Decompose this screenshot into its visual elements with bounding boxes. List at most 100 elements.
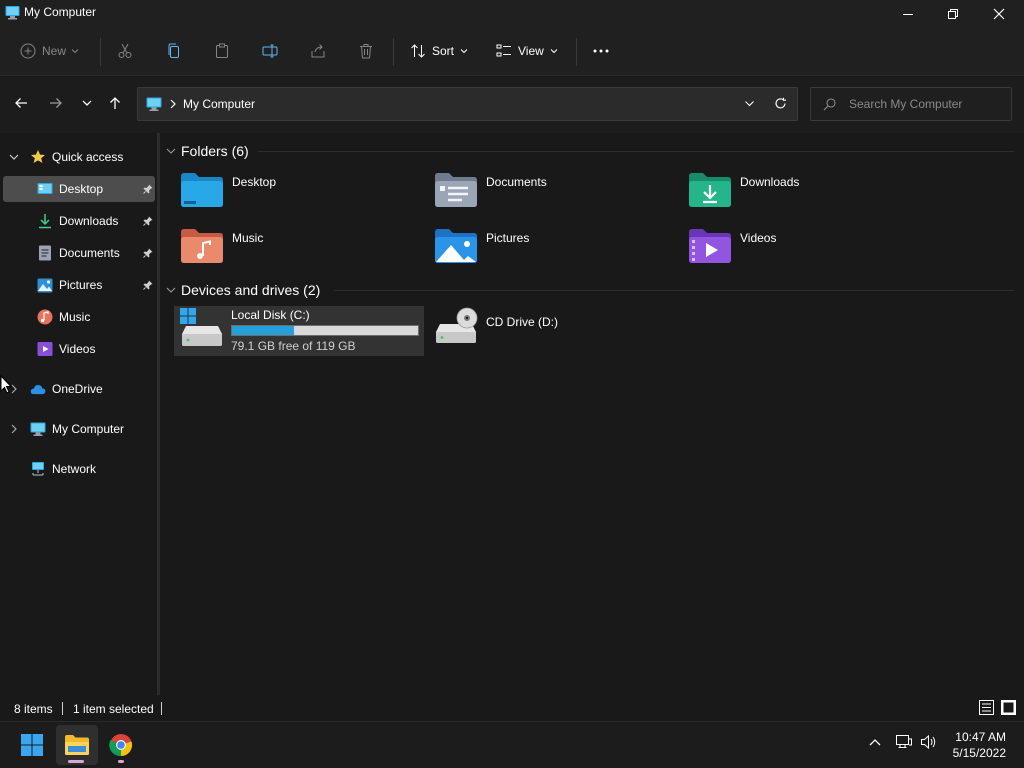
sidebar-item-onedrive[interactable]: OneDrive [8, 376, 156, 402]
sidebar-item-my-computer[interactable]: My Computer [8, 416, 156, 442]
back-button[interactable] [10, 92, 32, 114]
search-box[interactable] [810, 87, 1012, 121]
new-label: New [42, 44, 67, 58]
drive-usage-bar [231, 325, 419, 336]
sidebar-item-documents[interactable]: Documents [3, 240, 155, 266]
navigation-pane-scrollbar[interactable] [157, 133, 160, 695]
restore-button[interactable] [930, 0, 976, 28]
cd-drive-icon [434, 306, 478, 346]
view-list-icon [496, 44, 511, 57]
window-title: My Computer [24, 5, 97, 19]
close-icon [993, 8, 1005, 20]
folders-group-header[interactable]: Folders (6) [165, 141, 249, 161]
documents-folder-icon [434, 170, 478, 210]
computer-icon [30, 421, 46, 437]
sidebar-item-label: Network [52, 462, 97, 476]
sidebar-item-pictures[interactable]: Pictures [3, 272, 155, 298]
group-title: Folders (6) [181, 143, 249, 159]
sort-button[interactable]: Sort [410, 38, 469, 64]
start-button[interactable] [11, 725, 53, 765]
arrow-left-icon [15, 98, 27, 108]
folder-tile-documents[interactable]: Documents [434, 170, 674, 216]
rename-icon [262, 44, 278, 58]
sidebar-item-network[interactable]: Network [8, 456, 156, 482]
folder-tile-pictures[interactable]: Pictures [434, 226, 674, 272]
status-bar: 8 items 1 item selected [0, 695, 1024, 721]
pictures-folder-icon [434, 226, 478, 266]
folder-tile-desktop[interactable]: Desktop [180, 170, 420, 216]
up-button[interactable] [104, 92, 126, 114]
close-button[interactable] [976, 0, 1022, 28]
pin-icon[interactable] [143, 248, 153, 258]
rename-button[interactable] [262, 38, 278, 64]
sidebar-item-music[interactable]: Music [3, 304, 155, 330]
chevron-down-icon [550, 49, 558, 54]
pin-icon[interactable] [143, 184, 153, 194]
desktop-icon [37, 181, 53, 197]
address-path: My Computer [183, 97, 256, 111]
large-icons-view-button[interactable] [1001, 700, 1016, 715]
share-button[interactable] [310, 38, 326, 64]
hard-drive-icon [179, 308, 225, 348]
chevron-right-icon [169, 99, 177, 109]
drive-tile-cd-drive-d[interactable]: CD Drive (D:) [434, 306, 674, 352]
taskbar: 10:47 AM 5/15/2022 [0, 721, 1024, 768]
new-button[interactable]: New [20, 38, 80, 64]
search-input[interactable] [849, 96, 1004, 112]
document-icon [37, 245, 53, 261]
sidebar-item-desktop[interactable]: Desktop [3, 176, 155, 202]
address-bar[interactable]: My Computer [137, 87, 798, 121]
devices-group-header[interactable]: Devices and drives (2) [165, 280, 320, 300]
sidebar-item-quick-access[interactable]: Quick access [8, 144, 156, 170]
pin-icon[interactable] [143, 280, 153, 290]
sidebar-item-label: Pictures [59, 278, 103, 292]
show-hidden-icons-button[interactable] [868, 737, 882, 747]
delete-button[interactable] [358, 38, 374, 64]
computer-icon [5, 5, 20, 20]
copy-button[interactable] [166, 38, 182, 64]
drive-label: Local Disk (C:) [231, 308, 310, 322]
clock[interactable]: 10:47 AM 5/15/2022 [953, 729, 1006, 761]
title-bar: My Computer [0, 0, 1024, 28]
details-view-button[interactable] [979, 700, 994, 715]
divider [576, 38, 577, 66]
refresh-button[interactable] [774, 97, 787, 110]
trash-icon [360, 44, 372, 59]
folder-label: Downloads [740, 175, 800, 189]
pin-icon[interactable] [143, 216, 153, 226]
paste-button[interactable] [214, 38, 230, 64]
folder-label: Music [232, 231, 264, 245]
downloads-folder-icon [688, 170, 732, 210]
taskbar-file-explorer-button[interactable] [56, 725, 98, 765]
folder-tile-music[interactable]: Music [180, 226, 420, 272]
sidebar-item-videos[interactable]: Videos [3, 336, 155, 362]
picture-icon [37, 277, 53, 293]
minimize-button[interactable] [885, 0, 931, 28]
windows-logo-icon [21, 734, 43, 756]
sidebar-item-downloads[interactable]: Downloads [3, 208, 155, 234]
sidebar-item-label: Music [59, 310, 91, 324]
navigation-bar: My Computer [0, 77, 1024, 133]
selection-count: 1 item selected [73, 702, 154, 716]
cut-button[interactable] [117, 38, 133, 64]
address-history-button[interactable] [744, 98, 755, 109]
search-icon [823, 98, 836, 111]
group-title: Devices and drives (2) [181, 282, 321, 298]
download-icon [37, 213, 53, 229]
folder-tile-videos[interactable]: Videos [688, 226, 928, 272]
clock-date: 5/15/2022 [952, 746, 1006, 760]
taskbar-chrome-button[interactable] [100, 725, 142, 765]
folder-tile-downloads[interactable]: Downloads [688, 170, 928, 216]
tiles-view-icon [1001, 700, 1016, 715]
network-status-button[interactable] [895, 734, 913, 750]
command-bar: New Sort View [0, 28, 1024, 76]
volume-button[interactable] [920, 734, 938, 750]
forward-button[interactable] [45, 92, 67, 114]
drive-tile-local-disk-c[interactable]: Local Disk (C:) 79.1 GB free of 119 GB [174, 306, 424, 356]
scissors-icon [118, 43, 132, 58]
recent-locations-button[interactable] [76, 92, 98, 114]
more-options-button[interactable] [592, 38, 610, 64]
chevron-down-icon [166, 148, 176, 154]
view-button[interactable]: View [496, 38, 559, 64]
minimize-icon [903, 14, 913, 15]
